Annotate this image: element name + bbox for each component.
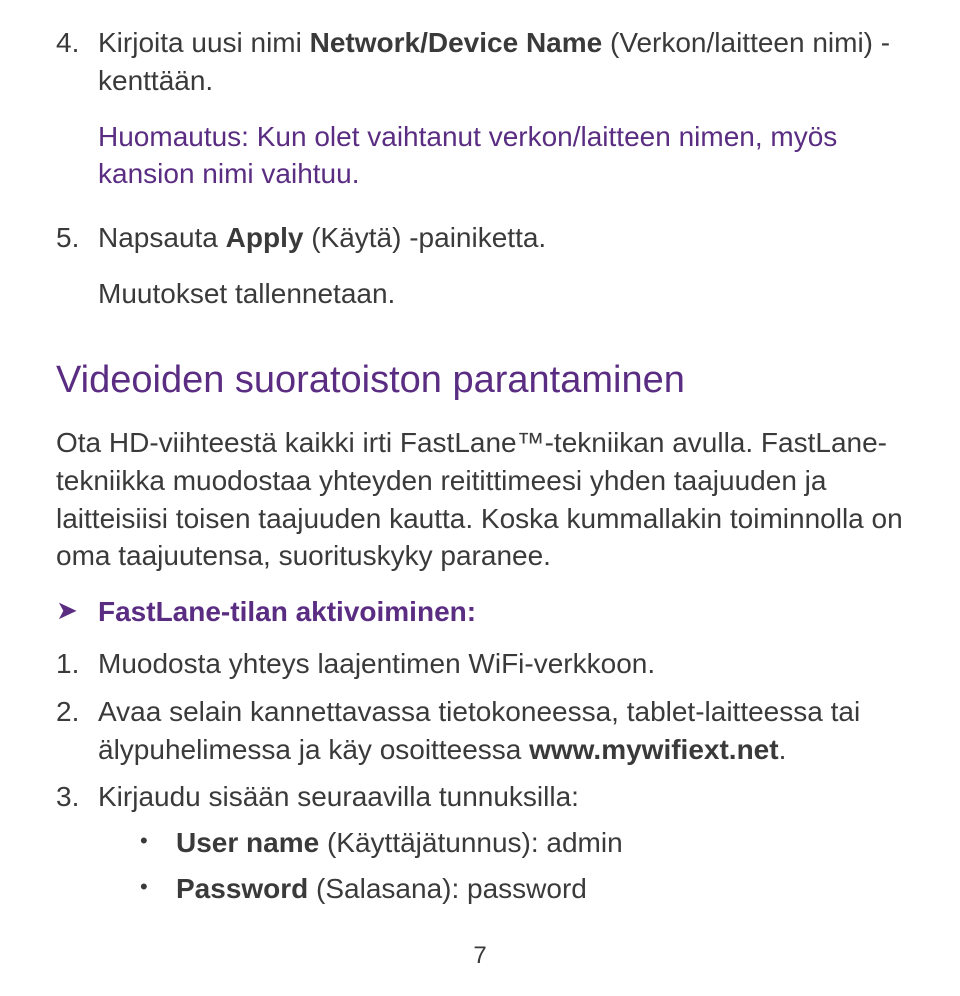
step-text: Kirjaudu sisään seuraavilla tunnuksilla:: [98, 781, 579, 812]
bold-text: www.mywifiext.net: [529, 734, 778, 765]
result-text: Muutokset tallennetaan.: [98, 275, 912, 313]
text-run: .: [779, 734, 787, 765]
list-item-5: 5. Napsauta Apply (Käytä) -painiketta. M…: [56, 219, 912, 331]
text-run: Napsauta: [98, 222, 226, 253]
bold-text: Network/Device Name: [310, 27, 603, 58]
credential-line: Password (Salasana): password: [176, 870, 587, 908]
text-run: (Käyttäjätunnus): admin: [319, 827, 623, 858]
text-run: Kirjoita uusi nimi: [98, 27, 310, 58]
text-run: (Salasana): password: [308, 873, 587, 904]
bold-text: User name: [176, 827, 319, 858]
list-body: Kirjoita uusi nimi Network/Device Name (…: [98, 24, 912, 211]
continued-ordered-list: 4. Kirjoita uusi nimi Network/Device Nam…: [56, 24, 912, 331]
list-item-4: 4. Kirjoita uusi nimi Network/Device Nam…: [56, 24, 912, 211]
section-heading: Videoiden suoratoiston parantaminen: [56, 355, 912, 406]
list-number: 1.: [56, 645, 98, 683]
step-2: 2. Avaa selain kannettavassa tietokonees…: [56, 693, 912, 769]
credentials-list: • User name (Käyttäjätunnus): admin • Pa…: [140, 824, 912, 908]
instruction-text: Napsauta Apply (Käytä) -painiketta.: [98, 219, 912, 257]
step-1: 1. Muodosta yhteys laajentimen WiFi-verk…: [56, 645, 912, 683]
page-number: 7: [0, 940, 960, 972]
list-body: Avaa selain kannettavassa tietokoneessa,…: [98, 693, 912, 769]
steps-list: 1. Muodosta yhteys laajentimen WiFi-verk…: [56, 645, 912, 916]
bold-text: Apply: [226, 222, 304, 253]
page: 4. Kirjoita uusi nimi Network/Device Nam…: [0, 0, 960, 996]
list-number: 3.: [56, 778, 98, 915]
text-run: (Käytä) -painiketta.: [303, 222, 546, 253]
list-body: Muodosta yhteys laajentimen WiFi-verkkoo…: [98, 645, 912, 683]
instruction-text: Kirjoita uusi nimi Network/Device Name (…: [98, 24, 912, 100]
bold-text: Password: [176, 873, 308, 904]
bullet-icon: •: [140, 824, 176, 862]
list-number: 5.: [56, 219, 98, 331]
procedure-heading: FastLane-tilan aktivoiminen:: [98, 593, 476, 631]
credential-line: User name (Käyttäjätunnus): admin: [176, 824, 623, 862]
step-text: Muodosta yhteys laajentimen WiFi-verkkoo…: [98, 648, 655, 679]
intro-paragraph: Ota HD-viihteestä kaikki irti FastLane™-…: [56, 424, 912, 575]
list-number: 2.: [56, 693, 98, 769]
bullet-icon: •: [140, 870, 176, 908]
credential-password: • Password (Salasana): password: [140, 870, 912, 908]
step-3: 3. Kirjaudu sisään seuraavilla tunnuksil…: [56, 778, 912, 915]
list-body: Kirjaudu sisään seuraavilla tunnuksilla:…: [98, 778, 912, 915]
credential-username: • User name (Käyttäjätunnus): admin: [140, 824, 912, 862]
note-text: Huomautus: Kun olet vaihtanut verkon/lai…: [98, 118, 912, 194]
procedure-heading-row: ➤ FastLane-tilan aktivoiminen:: [56, 593, 912, 631]
list-number: 4.: [56, 24, 98, 211]
list-body: Napsauta Apply (Käytä) -painiketta. Muut…: [98, 219, 912, 331]
arrow-icon: ➤: [56, 593, 98, 628]
